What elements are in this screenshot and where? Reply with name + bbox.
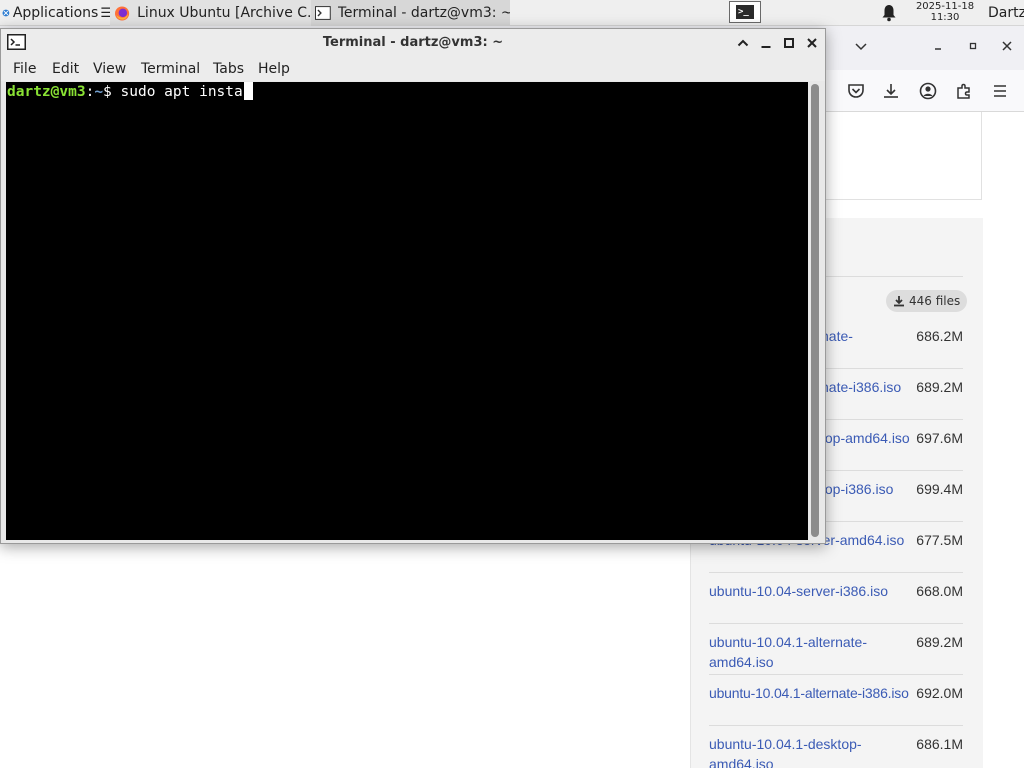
prompt-separator: : (85, 84, 95, 100)
shade-window-icon[interactable] (735, 35, 751, 51)
terminal-titlebar[interactable]: Terminal - dartz@vm3: ~ (1, 29, 825, 57)
prompt-path: ~ (94, 84, 104, 100)
maximize-icon[interactable] (781, 35, 797, 51)
file-link[interactable]: top-i386.iso (821, 479, 921, 499)
applications-menu-button[interactable]: Applications ☰ (0, 0, 112, 26)
hamburger-menu-icon[interactable] (990, 81, 1010, 101)
file-size: 686.1M (916, 736, 963, 752)
terminal-window[interactable]: Terminal - dartz@vm3: ~ File Edit View T… (0, 28, 826, 544)
taskbar-label-firefox: Linux Ubuntu [Archive C... (137, 5, 311, 21)
maximize-icon[interactable] (965, 38, 981, 54)
clock-date: 2025-11-18 (915, 1, 975, 12)
menu-edit[interactable]: Edit (52, 57, 79, 81)
pocket-icon[interactable] (846, 81, 866, 101)
prompt-symbol: $ (103, 84, 121, 100)
file-row: ubuntu-10.04.1-alternate-i386.iso 692.0M (709, 675, 963, 726)
firefox-icon (115, 5, 130, 21)
minimize-icon[interactable] (758, 35, 774, 51)
terminal-launcher-button[interactable]: >_ (729, 1, 761, 23)
files-count-label: 446 files (909, 294, 961, 308)
file-size: 692.0M (916, 685, 963, 701)
file-row: ubuntu-10.04-server-i386.iso 668.0M (709, 573, 963, 624)
command-text: sudo apt insta (120, 84, 243, 100)
text-cursor (243, 82, 253, 100)
minimize-icon[interactable] (930, 38, 946, 54)
file-size: 686.2M (916, 328, 963, 344)
file-link[interactable]: ubuntu-10.04-server-i386.iso (709, 581, 915, 601)
taskbar-button-firefox[interactable]: Linux Ubuntu [Archive C... (110, 0, 311, 26)
file-row: ubuntu-10.04.1-alternate-amd64.iso 689.2… (709, 624, 963, 675)
terminal-window-title: Terminal - dartz@vm3: ~ (322, 35, 504, 50)
extensions-icon[interactable] (954, 81, 974, 101)
list-all-tabs-icon[interactable] (853, 38, 869, 54)
file-row: ubuntu-10.04.1-desktop-amd64.iso 686.1M (709, 726, 963, 768)
top-panel: Applications ☰ Linux Ubuntu [Archive C..… (0, 0, 1024, 26)
terminal-menubar: File Edit View Terminal Tabs Help (1, 57, 825, 81)
applications-label: Applications (12, 5, 99, 21)
menu-view[interactable]: View (93, 57, 126, 81)
file-size: 668.0M (916, 583, 963, 599)
file-size: 699.4M (916, 481, 963, 497)
clock-time: 11:30 (930, 12, 960, 23)
notification-bell-icon[interactable] (881, 4, 897, 22)
account-icon[interactable] (918, 81, 938, 101)
file-link[interactable]: ubuntu-10.04.1-desktop-amd64.iso (709, 734, 879, 768)
downloads-icon[interactable] (881, 81, 901, 101)
download-icon (894, 296, 904, 307)
prompt-user: dartz@vm3 (7, 84, 86, 100)
menu-terminal[interactable]: Terminal (141, 57, 200, 81)
terminal-scrollbar[interactable] (811, 84, 819, 537)
file-link[interactable]: nate- (821, 326, 915, 346)
menu-tabs[interactable]: Tabs (213, 57, 244, 81)
terminal-output[interactable]: dartz@vm3:~$ sudo apt insta (6, 82, 808, 540)
taskbar-button-terminal[interactable]: Terminal - dartz@vm3: ~ (311, 0, 510, 26)
terminal-icon (315, 6, 331, 20)
close-icon[interactable] (999, 38, 1015, 54)
menu-file[interactable]: File (13, 57, 36, 81)
panel-clock[interactable]: 2025-11-18 11:30 (906, 1, 984, 23)
close-icon[interactable] (804, 35, 820, 51)
file-link[interactable]: ubuntu-10.04.1-alternate-amd64.iso (709, 632, 879, 672)
file-size: 697.6M (916, 430, 963, 446)
file-size: 677.5M (916, 532, 963, 548)
command-line: dartz@vm3:~$ sudo apt insta (7, 82, 253, 102)
scrollbar-thumb[interactable] (811, 84, 819, 537)
user-menu[interactable]: Dartz (988, 0, 1024, 26)
taskbar-label-terminal: Terminal - dartz@vm3: ~ (337, 5, 510, 21)
file-link[interactable]: ubuntu-10.04.1-alternate-i386.iso (709, 683, 919, 703)
menu-help[interactable]: Help (258, 57, 290, 81)
file-link[interactable]: top-amd64.iso (821, 428, 921, 448)
file-link[interactable]: nate-i386.iso (821, 377, 921, 397)
files-count-button[interactable]: 446 files (886, 290, 968, 312)
file-size: 689.2M (916, 634, 963, 650)
terminal-icon: >_ (736, 5, 754, 19)
xfce-logo-icon (2, 9, 10, 17)
file-size: 689.2M (916, 379, 963, 395)
